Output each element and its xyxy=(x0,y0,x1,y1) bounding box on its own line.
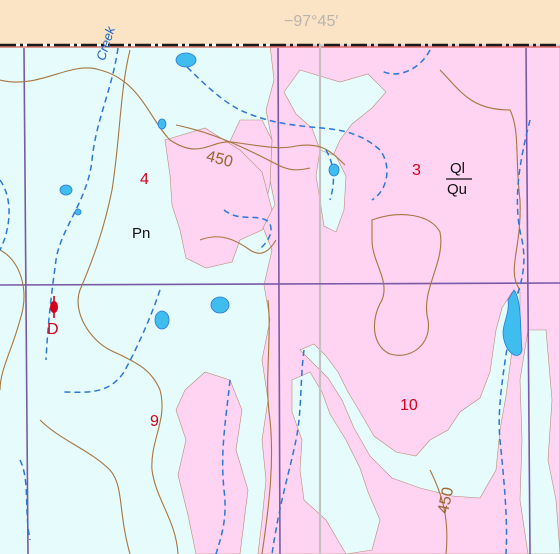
unit-label-pn: Pn xyxy=(132,225,151,242)
section-number-10: 10 xyxy=(400,397,418,414)
section-number-3: 3 xyxy=(412,162,421,179)
geologic-map[interactable]: −97°45′ Creek 450 450 4 3 9 10 Pn Ql Qu … xyxy=(0,0,560,554)
point-label-d: D xyxy=(47,321,59,338)
unit-label-qu: Qu xyxy=(447,181,468,198)
map-canvas xyxy=(0,0,560,554)
section-number-4: 4 xyxy=(140,171,149,188)
map-margin xyxy=(0,0,560,44)
section-number-9: 9 xyxy=(150,413,159,430)
unit-label-ql: Ql xyxy=(450,160,465,177)
longitude-label: −97°45′ xyxy=(284,13,339,30)
